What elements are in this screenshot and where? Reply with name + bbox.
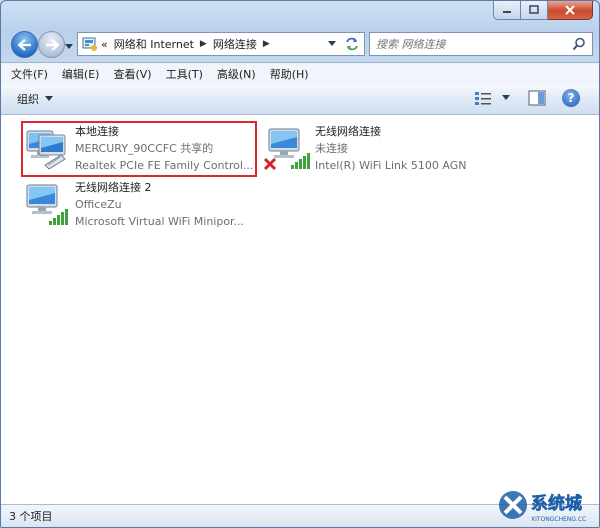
change-view-button[interactable] (474, 90, 510, 106)
connection-item-wireless[interactable]: 无线网络连接 未连接 Intel(R) WiFi Link 5100 AGN (263, 123, 483, 175)
minimize-icon (503, 11, 511, 13)
close-icon (565, 5, 575, 15)
menu-view[interactable]: 查看(V) (113, 66, 151, 82)
connection-item-local[interactable]: 本地连接 MERCURY_90CCFC 共享的 Realtek PCIe FE … (21, 121, 257, 177)
address-bar[interactable]: « 网络和 Internet ▶ 网络连接 ▶ (77, 32, 341, 56)
item-count: 3 个项目 (9, 510, 53, 523)
close-button[interactable] (548, 1, 593, 20)
connection-status: 未连接 (315, 142, 348, 155)
chevron-down-icon (45, 96, 53, 101)
menu-help[interactable]: 帮助(H) (270, 66, 309, 82)
connection-adapter: Realtek PCIe FE Family Control... (75, 159, 254, 172)
breadcrumb-separator[interactable]: ▶ (263, 39, 270, 49)
refresh-icon (346, 37, 358, 51)
back-arrow-icon (17, 38, 31, 51)
chevron-down-icon[interactable] (502, 95, 510, 101)
watermark-subtext: XITONGCHENG.CC (531, 516, 586, 523)
connection-texts: 本地连接 MERCURY_90CCFC 共享的 Realtek PCIe FE … (75, 123, 253, 174)
connection-network: MERCURY_90CCFC 共享的 (75, 142, 214, 155)
forward-arrow-icon (45, 38, 59, 51)
address-row: « 网络和 Internet ▶ 网络连接 ▶ (9, 29, 593, 59)
menu-file[interactable]: 文件(F) (11, 66, 48, 82)
breadcrumb-root[interactable]: « (101, 38, 108, 51)
watermark-text: 系统城 (531, 493, 582, 514)
menu-bar: 文件(F) 编辑(E) 查看(V) 工具(T) 高级(N) 帮助(H) (1, 62, 599, 86)
forward-button[interactable] (38, 31, 65, 58)
chevron-down-icon (65, 44, 73, 49)
wired-network-icon (26, 130, 66, 170)
connections-view: 本地连接 MERCURY_90CCFC 共享的 Realtek PCIe FE … (1, 115, 599, 504)
connection-network: OfficeZu (75, 198, 122, 211)
menu-edit[interactable]: 编辑(E) (62, 66, 100, 82)
recent-pages-dropdown[interactable] (65, 39, 73, 53)
connection-texts: 无线网络连接 2 OfficeZu Microsoft Virtual WiFi… (75, 179, 244, 230)
minimize-button[interactable] (493, 1, 521, 20)
connection-name: 无线网络连接 (315, 125, 381, 138)
connection-item-wireless-2[interactable]: 无线网络连接 2 OfficeZu Microsoft Virtual WiFi… (23, 179, 255, 231)
connection-adapter: Intel(R) WiFi Link 5100 AGN (315, 159, 467, 172)
connection-texts: 无线网络连接 未连接 Intel(R) WiFi Link 5100 AGN (315, 123, 466, 174)
explorer-window: « 网络和 Internet ▶ 网络连接 ▶ 文件(F (0, 0, 600, 528)
address-history-dropdown[interactable] (323, 33, 340, 55)
preview-pane-button[interactable] (528, 90, 546, 109)
breadcrumb-network-internet[interactable]: 网络和 Internet (114, 36, 194, 52)
details-view-icon (475, 92, 491, 105)
help-button[interactable]: ? (562, 89, 580, 107)
menu-advanced[interactable]: 高级(N) (217, 66, 256, 82)
back-button[interactable] (11, 31, 38, 58)
organize-button[interactable]: 组织 (17, 91, 53, 107)
breadcrumb-separator[interactable]: ▶ (200, 39, 207, 49)
watermark-logo: 系统城 XITONGCHENG.CC (499, 491, 586, 523)
wireless-network-disconnected-icon (263, 128, 310, 171)
connection-name: 本地连接 (75, 125, 119, 138)
organize-label: 组织 (17, 93, 39, 106)
chevron-down-icon (328, 41, 336, 46)
breadcrumb-network-connections[interactable]: 网络连接 (213, 36, 257, 52)
preview-pane-icon (528, 90, 546, 106)
search-input[interactable] (370, 36, 568, 52)
connection-adapter: Microsoft Virtual WiFi Minipor... (75, 215, 245, 228)
refresh-button[interactable] (340, 32, 365, 56)
caption-buttons (493, 1, 593, 21)
maximize-icon (529, 5, 539, 14)
control-panel-icon (82, 37, 97, 51)
maximize-button[interactable] (521, 1, 548, 20)
command-bar: 组织 ? (1, 85, 599, 115)
search-icon[interactable] (572, 37, 586, 51)
connection-name: 无线网络连接 2 (75, 181, 152, 194)
menu-tools[interactable]: 工具(T) (166, 66, 203, 82)
wireless-network-icon (26, 184, 68, 225)
search-box[interactable] (369, 32, 593, 56)
